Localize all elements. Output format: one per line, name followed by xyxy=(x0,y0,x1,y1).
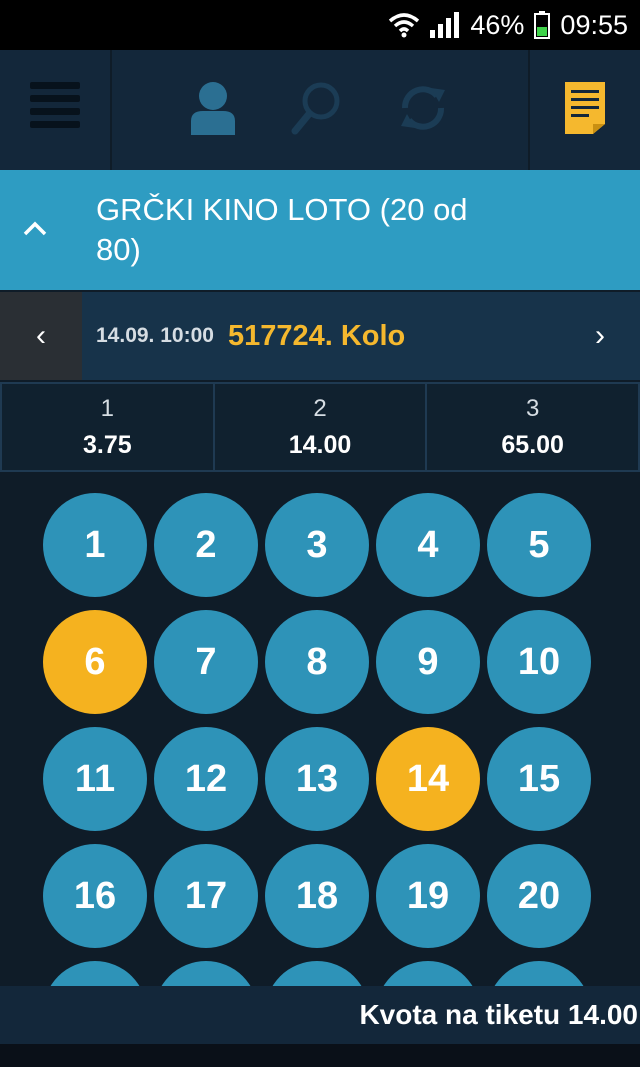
odds-table: 1 3.75 2 14.00 3 65.00 xyxy=(0,382,640,472)
next-round-button[interactable]: › xyxy=(560,319,640,353)
game-header[interactable]: GRČKI KINO LOTO (20 od 80) xyxy=(0,170,640,290)
menu-icon xyxy=(30,80,80,141)
number-ball-16[interactable]: 16 xyxy=(43,844,147,948)
number-grid: 1234567891011121314151617181920212223242… xyxy=(0,474,640,986)
odds-cell: 3 65.00 xyxy=(427,382,640,472)
refresh-icon[interactable] xyxy=(395,80,451,141)
number-ball-18[interactable]: 18 xyxy=(265,844,369,948)
number-ball-4[interactable]: 4 xyxy=(376,493,480,597)
status-bar: 46% 09:55 xyxy=(0,0,640,50)
hit-count: 1 xyxy=(100,394,115,422)
number-ball-17[interactable]: 17 xyxy=(154,844,258,948)
number-ball-1[interactable]: 1 xyxy=(43,493,147,597)
ticket-button[interactable] xyxy=(528,50,640,170)
hit-count: 2 xyxy=(313,394,327,422)
number-ball-9[interactable]: 9 xyxy=(376,610,480,714)
ticket-odds-text: Kvota na tiketu 14.00 xyxy=(359,999,638,1030)
number-ball-8[interactable]: 8 xyxy=(265,610,369,714)
number-ball-6[interactable]: 6 xyxy=(43,610,147,714)
bottom-strip xyxy=(0,1044,640,1067)
ticket-odds-footer: Kvota na tiketu 14.00 xyxy=(0,986,640,1044)
number-ball-2[interactable]: 2 xyxy=(154,493,258,597)
number-ball-14[interactable]: 14 xyxy=(376,727,480,831)
number-ball-15[interactable]: 15 xyxy=(487,727,591,831)
wifi-icon xyxy=(388,12,420,38)
chevron-up-icon xyxy=(23,220,47,241)
number-ball-19[interactable]: 19 xyxy=(376,844,480,948)
odds-value: 65.00 xyxy=(501,430,564,459)
number-ball-11[interactable]: 11 xyxy=(43,727,147,831)
number-ball-12[interactable]: 12 xyxy=(154,727,258,831)
menu-button[interactable] xyxy=(0,50,112,170)
number-ball-3[interactable]: 3 xyxy=(265,493,369,597)
number-ball-13[interactable]: 13 xyxy=(265,727,369,831)
number-ball-10[interactable]: 10 xyxy=(487,610,591,714)
odds-cell: 2 14.00 xyxy=(214,382,428,472)
number-ball-25[interactable]: 25 xyxy=(487,961,591,986)
search-icon[interactable] xyxy=(291,81,341,140)
user-icon[interactable] xyxy=(189,81,237,140)
number-ball-5[interactable]: 5 xyxy=(487,493,591,597)
number-ball-23[interactable]: 23 xyxy=(265,961,369,986)
round-label: 517724. Kolo xyxy=(227,319,406,352)
number-ball-20[interactable]: 20 xyxy=(487,844,591,948)
battery-percent: 46% xyxy=(470,9,525,40)
ticket-icon xyxy=(563,80,607,141)
clock: 09:55 xyxy=(560,9,628,40)
odds-value: 14.00 xyxy=(288,430,352,459)
number-ball-7[interactable]: 7 xyxy=(154,610,258,714)
number-ball-21[interactable]: 21 xyxy=(43,961,147,986)
battery-icon xyxy=(534,11,551,39)
round-date-time: 14.09. 10:00 xyxy=(96,324,214,347)
game-title: GRČKI KINO LOTO (20 od 80) xyxy=(96,192,468,267)
collapse-chevron[interactable] xyxy=(0,220,70,241)
toolbar xyxy=(0,50,640,170)
odds-cell: 1 3.75 xyxy=(0,382,215,472)
round-navigation: ‹ 14.09. 10:00 517724. Kolo › xyxy=(0,292,640,380)
signal-icon xyxy=(430,12,460,38)
previous-round-button[interactable]: ‹ xyxy=(0,292,82,380)
number-ball-22[interactable]: 22 xyxy=(154,961,258,986)
number-ball-24[interactable]: 24 xyxy=(376,961,480,986)
odds-value: 3.75 xyxy=(83,430,132,459)
hit-count: 3 xyxy=(526,394,540,422)
